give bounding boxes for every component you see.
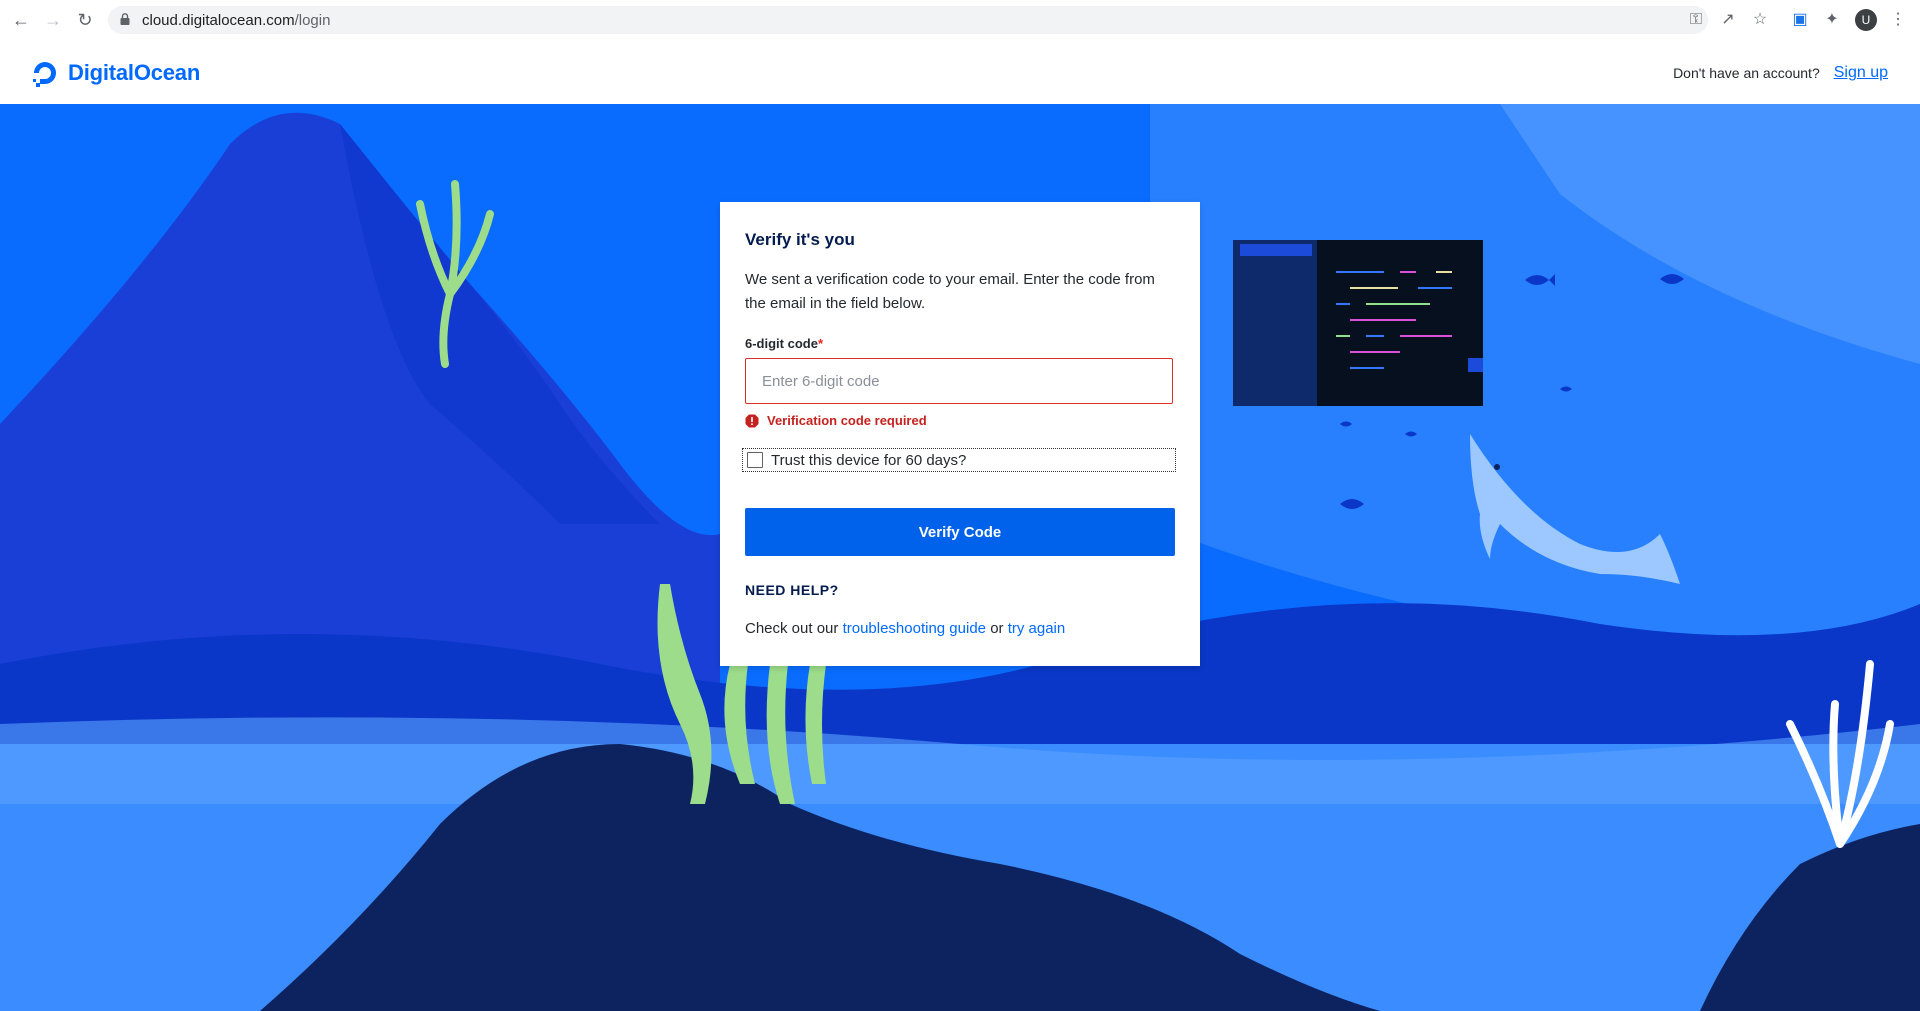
profile-avatar[interactable]: U (1855, 9, 1877, 31)
help-text: Check out our troubleshooting guide or t… (745, 620, 1065, 637)
help-prefix: Check out our (745, 620, 839, 637)
verification-code-input[interactable] (745, 358, 1173, 404)
url-path: /login (294, 12, 331, 29)
site-header: DigitalOcean Don't have an account? Sign… (0, 40, 1920, 104)
logo-text: DigitalOcean (68, 60, 201, 85)
account-prompt: Don't have an account? (1673, 65, 1820, 81)
card-description: We sent a verification code to your emai… (745, 271, 1155, 312)
code-error: Verification code required (745, 413, 927, 428)
extensions-puzzle-icon[interactable]: ✦ (1822, 10, 1842, 30)
help-heading: NEED HELP? (745, 582, 839, 598)
header-account-area: Don't have an account? Sign up (1673, 64, 1888, 82)
help-middle: or (990, 620, 1004, 637)
share-icon[interactable]: ↗ (1718, 10, 1738, 30)
verify-code-button[interactable]: Verify Code (745, 508, 1175, 556)
digitalocean-logo[interactable]: DigitalOcean (30, 56, 200, 90)
try-again-link[interactable]: try again (1008, 620, 1066, 637)
code-label-text: 6-digit code (745, 336, 818, 351)
trust-device-label[interactable]: Trust this device for 60 days? (771, 452, 966, 469)
error-icon (745, 414, 759, 427)
signup-link[interactable]: Sign up (1834, 64, 1888, 82)
forward-icon[interactable]: → (42, 9, 64, 31)
trust-device-option[interactable]: Trust this device for 60 days? (742, 448, 1176, 472)
required-marker: * (817, 336, 824, 351)
back-icon[interactable]: ← (10, 9, 32, 31)
extension-app-icon[interactable]: ▣ (1790, 10, 1810, 30)
code-field-label: 6-digit code* (745, 336, 823, 351)
url-domain: cloud.digitalocean.com (142, 12, 295, 29)
star-icon[interactable]: ☆ (1750, 10, 1770, 30)
error-message: Verification code required (767, 413, 927, 428)
address-bar[interactable]: cloud.digitalocean.com/login (108, 6, 1708, 34)
trust-device-checkbox[interactable] (747, 452, 763, 468)
key-icon[interactable]: ⚿ (1686, 10, 1706, 30)
menu-kebab-icon[interactable]: ⋮ (1888, 10, 1908, 30)
verify-card: Verify it's you We sent a verification c… (720, 202, 1200, 666)
lock-icon (120, 13, 130, 25)
digitalocean-logo-icon (33, 62, 56, 87)
reload-icon[interactable]: ↻ (74, 9, 96, 31)
browser-toolbar: ← → ↻ cloud.digitalocean.com/login ⚿ ↗ ☆… (0, 0, 1920, 41)
card-title: Verify it's you (745, 230, 855, 249)
url-text: cloud.digitalocean.com/login (142, 12, 330, 29)
troubleshooting-guide-link[interactable]: troubleshooting guide (843, 620, 986, 637)
